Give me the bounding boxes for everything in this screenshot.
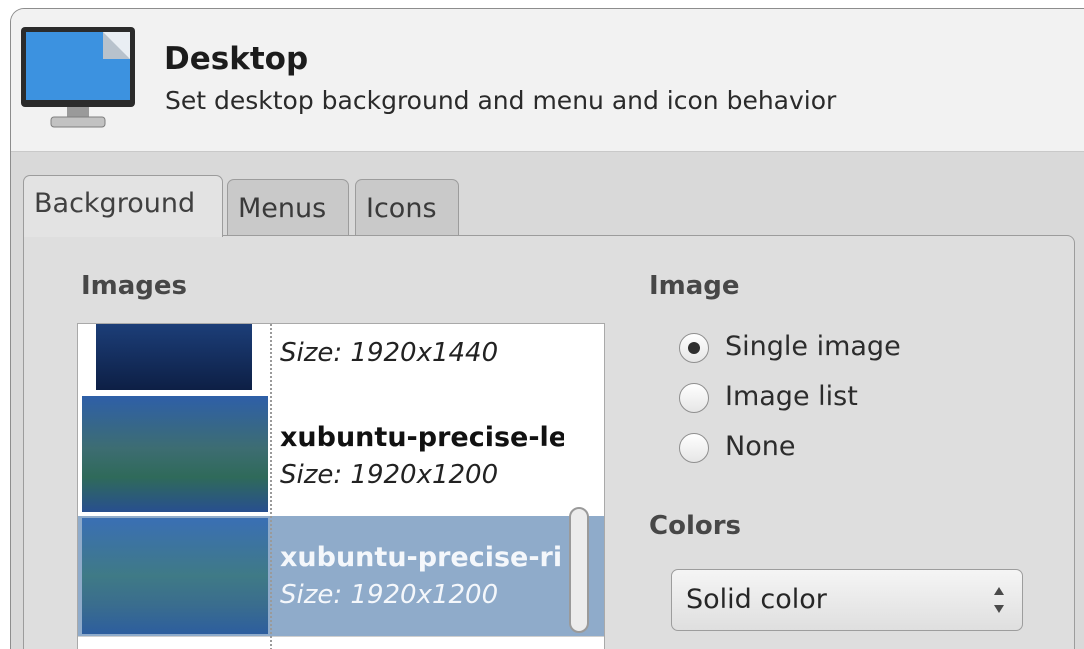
list-item-selected[interactable]: xubuntu-precise-ri Size: 1920x1200 (78, 516, 604, 636)
image-name: xubuntu-precise-ri (280, 542, 563, 573)
combo-value: Solid color (686, 584, 827, 615)
tab-icons-label: Icons (366, 193, 437, 224)
image-size: Size: 1920x1200 (280, 460, 499, 490)
colors-section-label: Colors (649, 511, 742, 541)
radio-button[interactable] (679, 333, 709, 363)
page-subtitle: Set desktop background and menu and icon… (165, 86, 837, 115)
updown-arrows-icon (994, 587, 1004, 613)
images-list[interactable]: Size: 1920x1440 xubuntu-precise-le Size:… (77, 323, 605, 649)
column-separator (270, 324, 272, 649)
wallpaper-thumbnail (96, 324, 252, 390)
image-list-label: Image list (725, 381, 858, 412)
none-label: None (725, 431, 796, 462)
image-size: Size: 1920x1200 (280, 580, 499, 610)
list-item[interactable]: xubuntu-precise-le Size: 1920x1200 (78, 396, 604, 514)
radio-button[interactable] (679, 383, 709, 413)
tab-icons[interactable]: Icons (355, 179, 459, 237)
wallpaper-thumbnail (82, 518, 268, 634)
single-image-label: Single image (725, 331, 901, 362)
tab-menus[interactable]: Menus (227, 179, 349, 237)
wallpaper-thumbnail (82, 396, 268, 512)
desktop-settings-window: Desktop Set desktop background and menu … (10, 8, 1084, 649)
images-list-scrollbar[interactable] (569, 507, 589, 633)
tab-menus-label: Menus (238, 193, 327, 224)
list-item[interactable]: Size: 1920x1440 (78, 324, 604, 396)
dialog-header: Desktop Set desktop background and menu … (11, 9, 1084, 152)
image-section-label: Image (649, 271, 740, 301)
tab-background[interactable]: Background (23, 175, 223, 237)
images-section-label: Images (81, 271, 188, 301)
image-size: Size: 1920x1440 (280, 338, 499, 368)
page-title: Desktop (164, 41, 309, 77)
color-style-combo[interactable]: Solid color (671, 569, 1023, 631)
tab-background-label: Background (34, 188, 196, 219)
image-name: xubuntu-precise-le (280, 422, 564, 453)
radio-button[interactable] (679, 433, 709, 463)
monitor-icon (21, 27, 135, 128)
